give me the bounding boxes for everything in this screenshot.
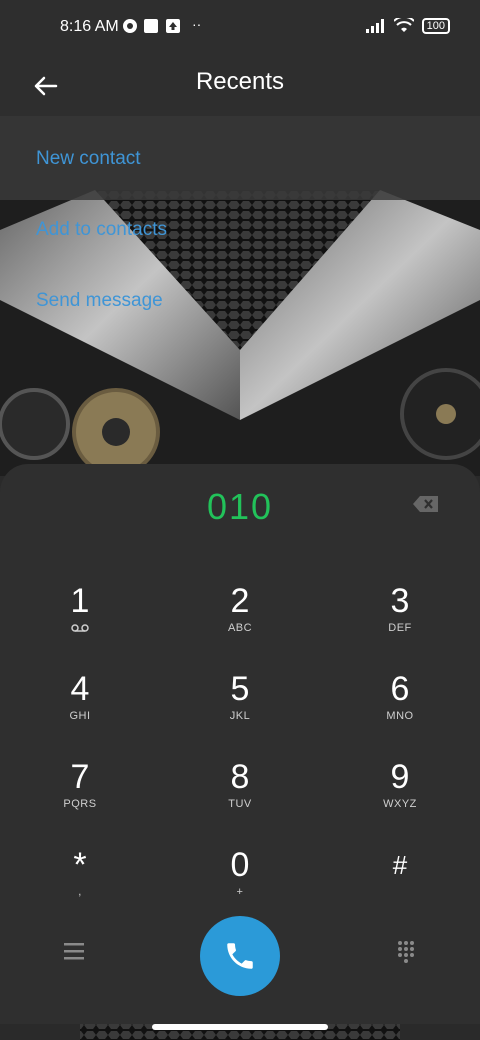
- key-hash[interactable]: #: [330, 846, 470, 916]
- key-letters: ABC: [227, 622, 253, 634]
- add-to-contacts-link[interactable]: Add to contacts: [36, 219, 167, 241]
- key-5[interactable]: 5 JKL: [170, 670, 310, 740]
- upload-notification-icon: [166, 19, 180, 33]
- call-button[interactable]: [200, 916, 280, 996]
- dialpad-icon[interactable]: [396, 940, 416, 964]
- key-digit: 2: [230, 582, 250, 620]
- menu-icon[interactable]: [60, 940, 88, 962]
- key-digit: 4: [70, 670, 90, 708]
- key-digit: 5: [230, 670, 250, 708]
- key-digit: 7: [70, 758, 90, 796]
- square-notification-icon: [144, 19, 158, 33]
- key-digit: 0: [230, 846, 250, 884]
- key-3[interactable]: 3 DEF: [330, 582, 470, 652]
- battery-level: 100: [426, 20, 445, 32]
- key-digit: 3: [390, 582, 410, 620]
- dialed-number: 010: [206, 486, 274, 527]
- battery-icon: 100: [421, 18, 450, 34]
- key-letters: GHI: [69, 710, 91, 722]
- key-digit: 1: [70, 582, 90, 620]
- home-indicator[interactable]: [152, 1024, 328, 1030]
- key-1[interactable]: 1: [10, 582, 150, 652]
- key-star[interactable]: * ,: [10, 846, 150, 916]
- signal-icon: [365, 19, 384, 33]
- key-letters: MNO: [386, 710, 414, 722]
- key-8[interactable]: 8 TUV: [170, 758, 310, 828]
- page-title: Recents: [195, 68, 285, 95]
- key-7[interactable]: 7 PQRS: [10, 758, 150, 828]
- wifi-icon: [393, 18, 414, 32]
- status-bar: 8:16 AM ·· 100: [0, 0, 480, 58]
- key-letters: +: [236, 886, 244, 898]
- send-message-link[interactable]: Send message: [36, 290, 163, 312]
- key-digit: 6: [390, 670, 410, 708]
- key-9[interactable]: 9 WXYZ: [330, 758, 470, 828]
- phone-icon: [227, 943, 253, 969]
- key-digit: 8: [230, 758, 250, 796]
- key-letters: PQRS: [63, 798, 97, 810]
- key-4[interactable]: 4 GHI: [10, 670, 150, 740]
- key-letters: ,: [78, 886, 82, 898]
- app-notification-icon: [123, 19, 137, 33]
- key-2[interactable]: 2 ABC: [170, 582, 310, 652]
- key-letters: TUV: [228, 798, 252, 810]
- key-digit: #: [392, 850, 408, 880]
- backspace-icon[interactable]: [412, 494, 440, 514]
- key-digit: 9: [390, 758, 410, 796]
- key-6[interactable]: 6 MNO: [330, 670, 470, 740]
- new-contact-link[interactable]: New contact: [36, 148, 141, 170]
- key-digit: *: [73, 846, 87, 884]
- voicemail-icon: [71, 624, 89, 632]
- key-letters: JKL: [229, 710, 251, 722]
- header: Recents: [0, 58, 480, 116]
- dialer-sheet: 010 1 2 ABC 3 DEF 4 GHI 5 JKL 6 MNO 7 PQ…: [0, 464, 480, 1024]
- key-letters: WXYZ: [383, 798, 417, 810]
- status-time: 8:16 AM: [60, 18, 119, 35]
- key-letters: DEF: [388, 622, 412, 634]
- key-0[interactable]: 0 +: [170, 846, 310, 916]
- more-notifications-icon: ··: [192, 16, 202, 32]
